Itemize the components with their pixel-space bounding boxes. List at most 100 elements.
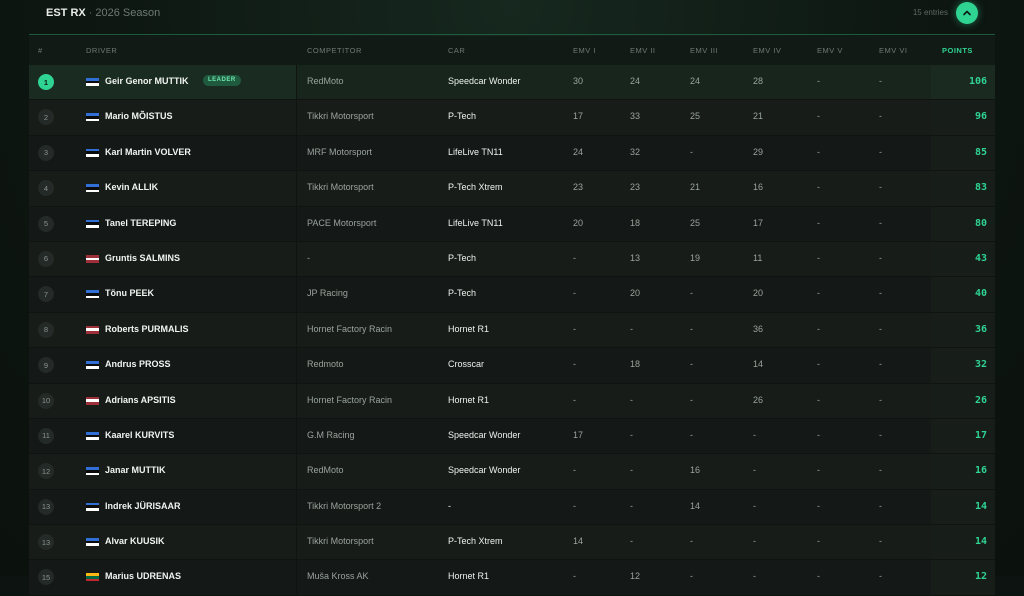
round-6-points: - [879, 359, 882, 370]
col-header-emv-2[interactable]: EMV II [630, 46, 656, 55]
table-row[interactable]: 10 Adrians APSITIS Hornet Factory Racin Hor… [29, 383, 995, 419]
driver-name[interactable]: Adrians APSITIS [105, 395, 176, 405]
total-points: 40 [974, 288, 987, 300]
car-name: LifeLive TN11 [448, 146, 503, 157]
driver-name[interactable]: Karl Martin VOLVER [105, 147, 191, 157]
car-name: Hornet R1 [448, 323, 490, 334]
leader-badge: LEADER [203, 75, 241, 86]
round-4-points: - [753, 465, 756, 476]
round-1-points: - [573, 394, 576, 405]
driver-name[interactable]: Kaarel KURVITS [105, 430, 174, 440]
driver-name[interactable]: Andrus PROSS [105, 359, 171, 369]
collapse-button[interactable] [956, 2, 978, 24]
col-header-points[interactable]: POINTS [942, 46, 973, 55]
car-name: P-Tech [448, 288, 477, 299]
competitor-name: Tikkri Motorsport [307, 182, 374, 193]
table-row[interactable]: 3 Karl Martin VOLVER MRF Motorsport LifeLiv… [29, 135, 995, 172]
estonia-flag-icon [86, 538, 99, 547]
driver-name[interactable]: Alvar KUUSIK [105, 536, 165, 546]
driver-name[interactable]: Geir Genor MUTTIK [105, 76, 189, 86]
position-badge: 5 [38, 215, 54, 232]
driver-name[interactable]: Indrek JÜRISAAR [105, 501, 181, 511]
competitor-name: Tikkri Motorsport 2 [307, 500, 382, 511]
total-points: 26 [974, 394, 987, 406]
round-1-points: - [573, 323, 576, 334]
car-name: P-Tech Xtrem [448, 536, 503, 547]
round-2-points: 12 [630, 571, 641, 582]
round-4-points: - [753, 536, 756, 547]
round-6-points: - [879, 500, 882, 511]
round-5-points: - [817, 536, 820, 547]
column-divider [296, 171, 297, 206]
competitor-name: - [307, 252, 310, 263]
position-badge: 13 [38, 498, 54, 515]
col-header-driver[interactable]: DRIVER [86, 46, 117, 55]
table-row[interactable]: 15 Marius UDRENAS Muša Kross AK Hornet R1-1… [29, 560, 995, 596]
round-4-points: 26 [753, 394, 764, 405]
round-1-points: - [573, 465, 576, 476]
round-2-points: 13 [630, 252, 641, 263]
col-header-pos[interactable]: # [38, 46, 43, 55]
position-badge: 6 [38, 250, 54, 267]
column-divider [296, 312, 297, 348]
table-row[interactable]: 1 Geir Genor MUTTIK LEADER RedMoto Speedcar … [29, 65, 995, 101]
total-points: 32 [974, 359, 987, 371]
total-points: 36 [974, 323, 987, 335]
car-name: Hornet R1 [448, 394, 490, 405]
round-4-points: 11 [753, 252, 763, 263]
driver-name[interactable]: Roberts PURMALIS [105, 324, 189, 334]
round-4-points: 20 [753, 288, 764, 299]
round-4-points: 21 [753, 111, 764, 122]
col-header-emv-4[interactable]: EMV IV [753, 46, 781, 55]
driver-name[interactable]: Janar MUTTIK [105, 465, 166, 475]
col-header-competitor[interactable]: COMPETITOR [307, 46, 362, 55]
round-1-points: 14 [573, 536, 584, 547]
standings-title: EST RX · 2026 Season [46, 7, 160, 19]
col-header-emv-5[interactable]: EMV V [817, 46, 843, 55]
table-row[interactable]: 13 Indrek JÜRISAAR Tikkri Motorsport 2 - - - 1… [29, 489, 995, 526]
round-5-points: - [817, 111, 820, 122]
competitor-name: JP Racing [307, 288, 348, 299]
total-points: 96 [974, 111, 987, 123]
col-header-emv-3[interactable]: EMV III [690, 46, 718, 55]
table-row[interactable]: 6 Gruntis SALMINS - P-Tech - 13 19 11 - - 43 [29, 241, 995, 278]
driver-name[interactable]: Tanel TEREPING [105, 218, 176, 228]
round-4-points: - [753, 571, 756, 582]
total-points: 14 [974, 536, 987, 548]
table-row[interactable]: 4 Kevin ALLIK Tikkri Motorsport P-Tech Xtre… [29, 171, 995, 207]
total-points: 43 [974, 252, 987, 264]
driver-name[interactable]: Tõnu PEEK [105, 288, 154, 298]
round-4-points: - [753, 429, 756, 440]
round-2-points: 33 [630, 111, 641, 122]
table-row[interactable]: 9 Andrus PROSS Redmoto Crosscar - 18 - 14 - - 32 [29, 348, 995, 384]
round-6-points: - [879, 111, 882, 122]
car-name: Speedcar Wonder [448, 429, 521, 440]
col-header-emv-1[interactable]: EMV I [573, 46, 596, 55]
round-5-points: - [817, 359, 820, 370]
driver-cell [29, 277, 297, 311]
table-row[interactable]: 11 Kaarel KURVITS G.M Racing Speedcar Wonde… [29, 418, 995, 455]
car-name: - [448, 500, 451, 511]
car-name: Crosscar [448, 359, 485, 370]
table-row[interactable]: 2 Mario MÕISTUS Tikkri Motorsport P-Tech 17 3… [29, 100, 995, 136]
table-row[interactable]: 12 Janar MUTTIK RedMoto Speedcar Wonder - -16… [29, 454, 995, 490]
table-row[interactable]: 5 Tanel TEREPING PACE Motorsport LifeLive T… [29, 206, 995, 242]
driver-name[interactable]: Marius UDRENAS [105, 571, 181, 581]
round-5-points: - [817, 571, 820, 582]
round-5-points: - [817, 429, 820, 440]
driver-name[interactable]: Mario MÕISTUS [105, 111, 173, 121]
latvia-flag-icon [86, 396, 99, 405]
driver-name[interactable]: Kevin ALLIK [105, 182, 158, 192]
car-name: LifeLive TN11 [448, 217, 503, 228]
round-5-points: - [817, 394, 820, 405]
estonia-flag-icon [86, 184, 99, 193]
table-row[interactable]: 13 Alvar KUUSIK Tikkri Motorsport P-Tech Xt… [29, 525, 995, 561]
round-1-points: - [573, 359, 576, 370]
col-header-car[interactable]: CAR [448, 46, 465, 55]
table-row[interactable]: 7 Tõnu PEEK JP Racing P-Tech -20-20- -40 [29, 277, 995, 313]
round-5-points: - [817, 252, 820, 263]
table-row[interactable]: 8 Roberts PURMALIS Hornet Factory Racin Hor… [29, 312, 995, 349]
col-header-emv-6[interactable]: EMV VI [879, 46, 907, 55]
driver-name[interactable]: Gruntis SALMINS [105, 253, 180, 263]
competitor-name: Tikkri Motorsport [307, 111, 374, 122]
